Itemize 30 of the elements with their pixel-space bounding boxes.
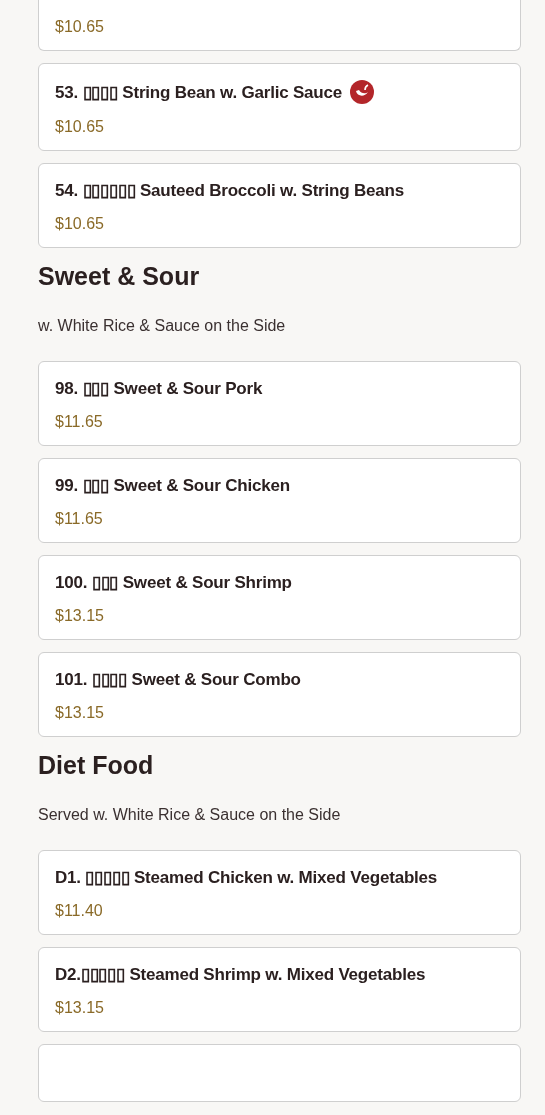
section-heading: Diet Food: [38, 751, 155, 780]
section-note: Served w. White Rice & Sauce on the Side: [38, 806, 342, 824]
item-title: D2.▯▯▯▯▯ Steamed Shrimp w. Mixed Vegetables: [55, 964, 426, 985]
item-price: $11.40: [55, 902, 104, 920]
item-price: $13.15: [55, 999, 105, 1017]
item-price: $10.65: [55, 18, 105, 36]
menu-item-card[interactable]: D1. ▯▯▯▯▯ Steamed Chicken w. Mixed Vegetables $11.40: [38, 850, 521, 935]
item-price: $10.65: [55, 118, 105, 136]
item-title: 54. ▯▯▯▯▯▯ Sauteed Broccoli w. String Beans: [55, 180, 404, 201]
item-title: 99. ▯▯▯ Sweet & Sour Chicken: [55, 475, 290, 496]
item-title: 98. ▯▯▯ Sweet & Sour Pork: [55, 378, 263, 399]
section-heading: Sweet & Sour: [38, 262, 201, 291]
item-price: $13.15: [55, 704, 105, 722]
menu-item-card[interactable]: 54. ▯▯▯▯▯▯ Sauteed Broccoli w. String Beans $10.65: [38, 163, 521, 248]
item-title: 101. ▯▯▯▯ Sweet & Sour Combo: [55, 669, 301, 690]
menu-item-card[interactable]: D2.▯▯▯▯▯ Steamed Shrimp w. Mixed Vegetables $13.15: [38, 947, 521, 1032]
item-price: $13.15: [55, 607, 105, 625]
item-title: D1. ▯▯▯▯▯ Steamed Chicken w. Mixed Vegetables: [55, 867, 438, 888]
item-price: $11.65: [55, 510, 104, 528]
item-price: $10.65: [55, 215, 105, 233]
menu-item-card[interactable]: 100. ▯▯▯ Sweet & Sour Shrimp $13.15: [38, 555, 521, 640]
section-note: w. White Rice & Sauce on the Side: [38, 317, 287, 335]
item-title: 53. ▯▯▯▯ String Bean w. Garlic Sauce: [55, 81, 343, 103]
menu-item-card[interactable]: 99. ▯▯▯ Sweet & Sour Chicken $11.65: [38, 458, 521, 543]
item-title: 100. ▯▯▯ Sweet & Sour Shrimp: [55, 572, 292, 593]
item-price: $11.65: [55, 413, 104, 431]
menu-item-card[interactable]: 98. ▯▯▯ Sweet & Sour Pork $11.65: [38, 361, 521, 446]
menu-item-card[interactable]: 101. ▯▯▯▯ Sweet & Sour Combo $13.15: [38, 652, 521, 737]
menu-item-card[interactable]: 53. ▯▯▯▯ String Bean w. Garlic Sauce $10.65: [38, 63, 521, 151]
menu-item-card[interactable]: $10.65: [38, 0, 521, 51]
